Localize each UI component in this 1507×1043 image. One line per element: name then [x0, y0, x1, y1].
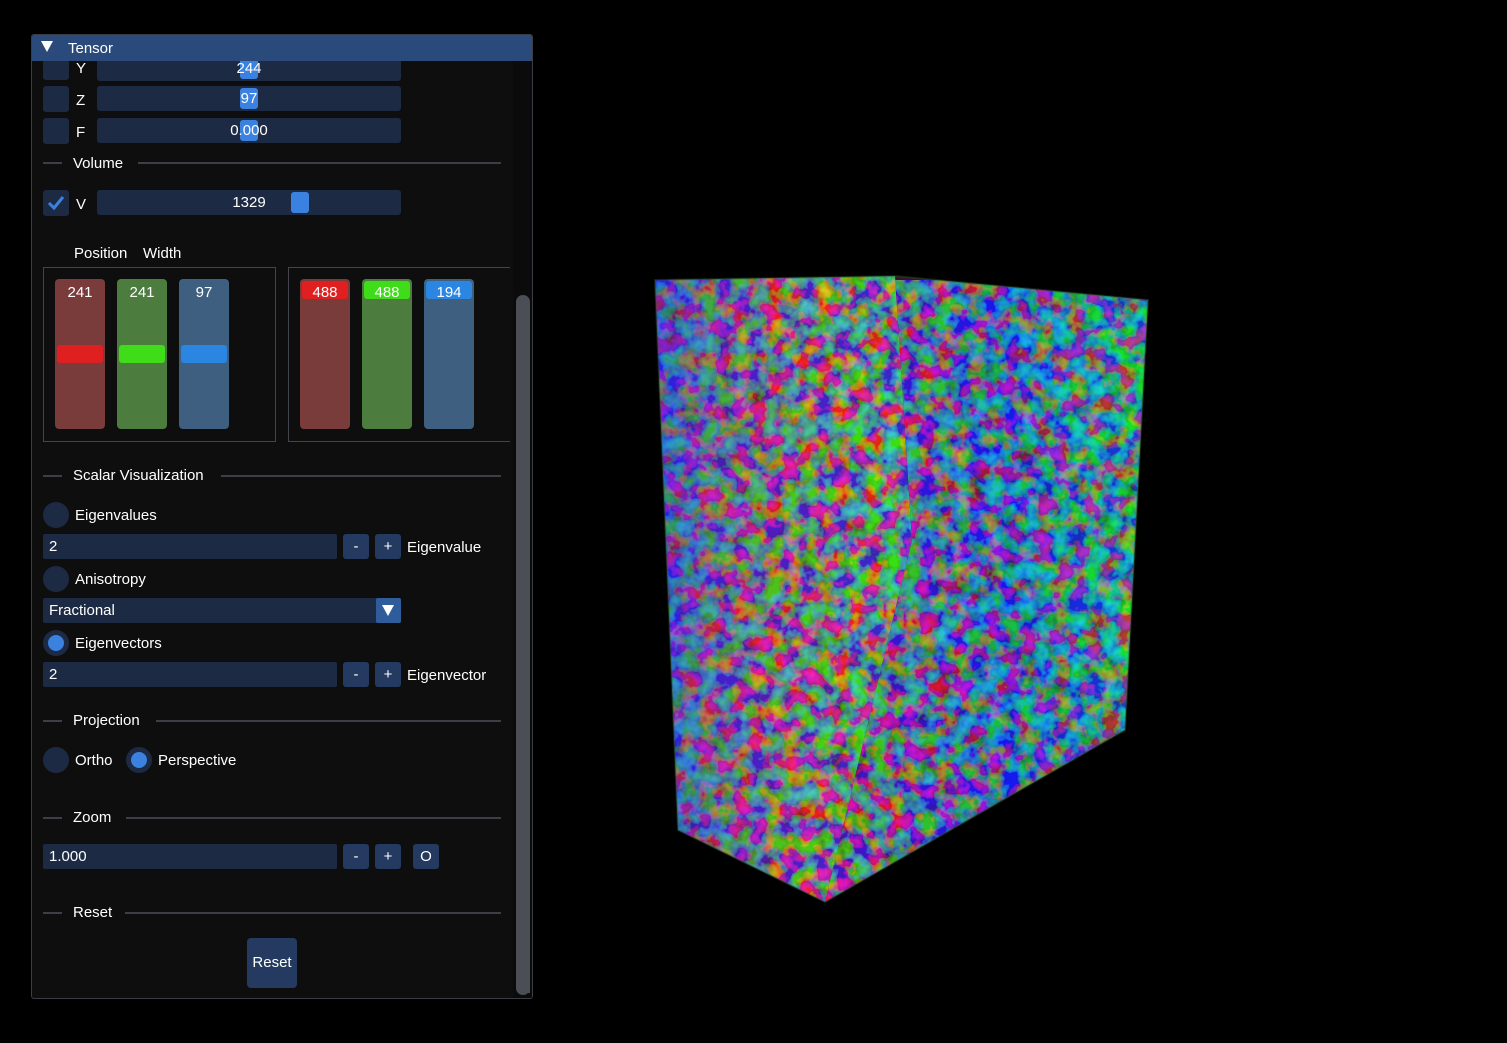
width-y-value: 488 — [374, 284, 400, 301]
width-z-value: 194 — [436, 284, 462, 301]
slice-z-checkbox[interactable] — [43, 86, 69, 112]
anisotropy-select[interactable]: Fractional — [43, 598, 401, 623]
section-scalar: Scalar Visualization — [73, 467, 204, 484]
eigenvector-plus-button[interactable]: + — [375, 662, 401, 687]
anisotropy-radio[interactable] — [43, 566, 69, 592]
zoom-minus-button[interactable]: - — [343, 844, 369, 869]
eigenvectors-radio[interactable] — [43, 630, 69, 656]
perspective-radio[interactable] — [126, 747, 152, 773]
width-x-slider[interactable]: 488 — [300, 279, 350, 429]
chevron-down-icon — [382, 605, 394, 616]
slider-value: 1329 — [232, 194, 266, 211]
window-titlebar[interactable]: Tensor — [32, 35, 532, 61]
position-header: Position — [74, 245, 128, 262]
slice-f-slider[interactable]: 0.000 — [97, 118, 401, 143]
tensor-window: Tensor Y 244 Z 97 F 0.000 Volume V 1329 — [31, 34, 533, 999]
width-y-slider[interactable]: 488 — [362, 279, 412, 429]
eigenvectors-label: Eigenvectors — [75, 635, 162, 652]
position-y-value: 241 — [129, 284, 155, 301]
section-zoom: Zoom — [73, 809, 112, 826]
separator — [43, 720, 62, 722]
perspective-label: Perspective — [158, 752, 237, 769]
volume-render-canvas[interactable] — [650, 270, 1155, 910]
eigenvalues-label: Eigenvalues — [75, 507, 157, 524]
resize-grip-icon[interactable] — [520, 983, 530, 993]
zoom-plus-button[interactable]: + — [375, 844, 401, 869]
width-header: Width — [143, 245, 182, 262]
anisotropy-selected: Fractional — [49, 602, 115, 619]
eigenvector-minus-button[interactable]: - — [343, 662, 369, 687]
section-projection: Projection — [73, 712, 140, 729]
separator — [43, 162, 62, 164]
section-reset: Reset — [73, 904, 113, 921]
volume-checkbox[interactable] — [43, 190, 69, 216]
slice-f-label: F — [76, 124, 86, 141]
separator — [43, 912, 62, 914]
separator — [126, 817, 501, 819]
slice-z-label: Z — [76, 92, 86, 109]
scrollbar-thumb[interactable] — [516, 295, 530, 995]
eigenvalue-minus-button[interactable]: - — [343, 534, 369, 559]
slice-y-label: Y — [76, 61, 87, 77]
dropdown-button[interactable] — [376, 598, 401, 623]
volume-label: V — [76, 196, 87, 213]
radio-dot — [131, 752, 147, 768]
collapse-triangle-icon[interactable] — [41, 41, 53, 52]
position-y-slider[interactable]: 241 — [117, 279, 167, 429]
separator — [125, 912, 501, 914]
vslider-grab[interactable] — [57, 345, 103, 363]
width-group: 488 488 194 — [288, 267, 510, 442]
vslider-grab[interactable] — [119, 345, 165, 363]
ortho-label: Ortho — [75, 752, 113, 769]
eigenvalue-input[interactable]: 2 — [43, 534, 337, 559]
eigenvector-input-value: 2 — [49, 666, 58, 683]
zoom-input-value: 1.000 — [49, 848, 87, 865]
reset-button[interactable]: Reset — [247, 938, 297, 988]
separator — [138, 162, 501, 164]
slice-f-checkbox[interactable] — [43, 118, 69, 144]
separator — [156, 720, 501, 722]
eigenvalue-plus-button[interactable]: + — [375, 534, 401, 559]
position-group: 241 241 97 — [43, 267, 276, 442]
separator — [43, 475, 62, 477]
width-z-slider[interactable]: 194 — [424, 279, 474, 429]
slider-value: 0.000 — [230, 122, 268, 139]
volume-slider[interactable]: 1329 — [97, 190, 401, 215]
tensor-volume-image — [653, 274, 1150, 904]
check-icon — [47, 196, 65, 211]
ortho-radio[interactable] — [43, 747, 69, 773]
eigenvalues-radio[interactable] — [43, 502, 69, 528]
width-x-value: 488 — [312, 284, 338, 301]
anisotropy-label: Anisotropy — [75, 571, 146, 588]
position-x-slider[interactable]: 241 — [55, 279, 105, 429]
slider-value: 244 — [236, 61, 262, 77]
slice-z-slider[interactable]: 97 — [97, 86, 401, 111]
position-x-value: 241 — [67, 284, 93, 301]
position-z-slider[interactable]: 97 — [179, 279, 229, 429]
eigenvalue-label: Eigenvalue — [407, 539, 482, 556]
position-z-value: 97 — [195, 284, 213, 301]
radio-dot — [48, 635, 64, 651]
window-title: Tensor — [68, 40, 114, 57]
slider-value: 97 — [240, 90, 258, 107]
separator — [43, 817, 62, 819]
eigenvector-input[interactable]: 2 — [43, 662, 337, 687]
eigenvalue-input-value: 2 — [49, 538, 58, 555]
vslider-grab[interactable] — [181, 345, 227, 363]
section-volume: Volume — [73, 155, 124, 172]
eigenvector-label: Eigenvector — [407, 667, 487, 684]
zoom-input[interactable]: 1.000 — [43, 844, 337, 869]
separator — [221, 475, 501, 477]
zoom-reset-button[interactable]: O — [413, 844, 439, 869]
slice-y-slider[interactable]: 244 — [97, 61, 401, 81]
slice-y-checkbox[interactable] — [43, 61, 69, 80]
